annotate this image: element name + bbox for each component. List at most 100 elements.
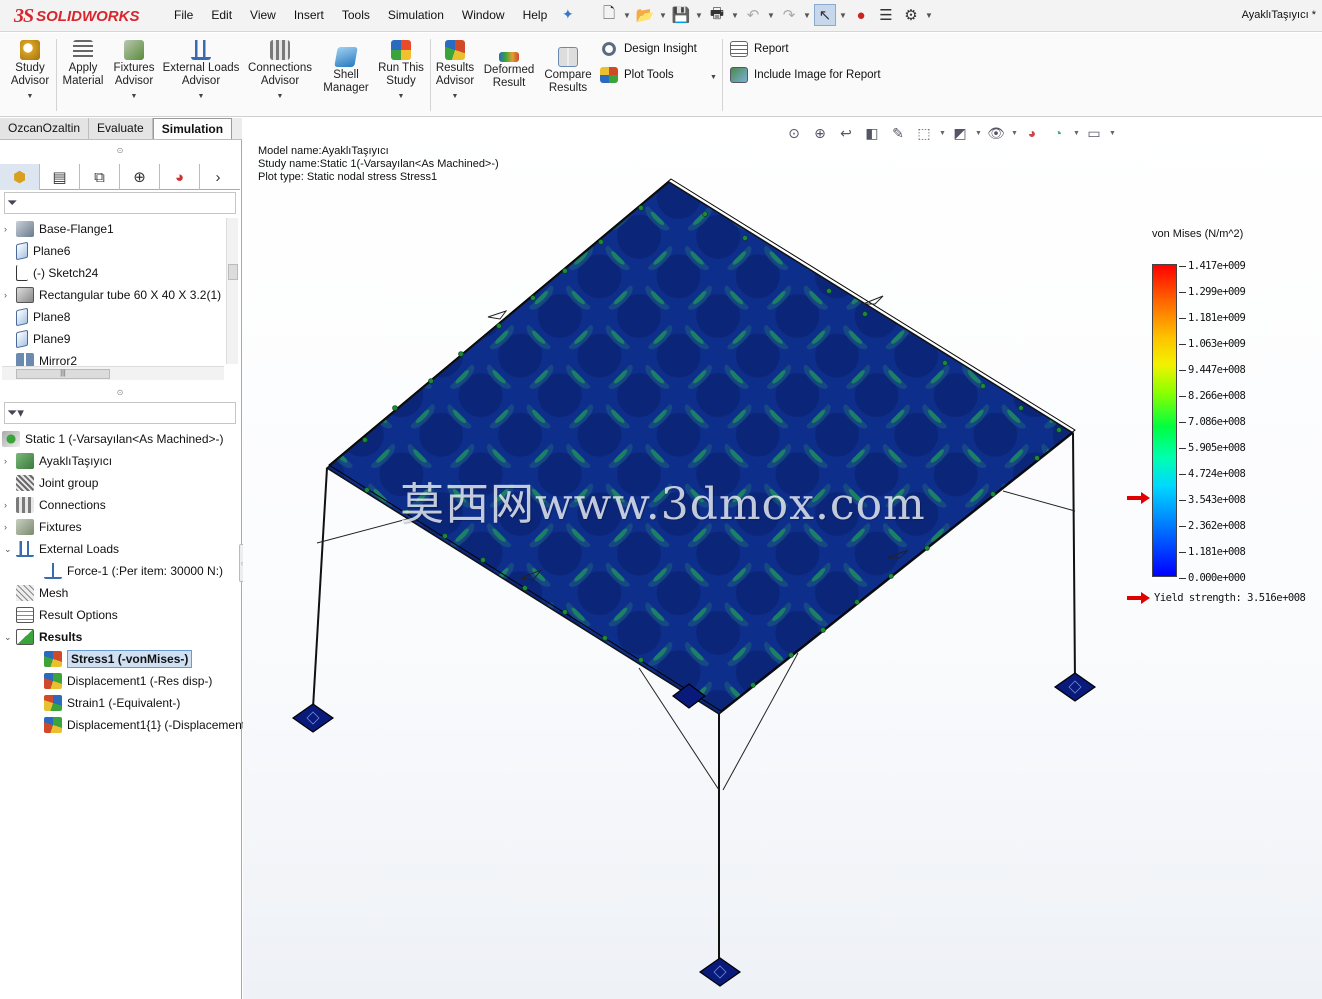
expand-arrow-icon[interactable]: ⌄ — [4, 544, 16, 555]
undo-icon[interactable]: ↶ — [742, 4, 764, 26]
expand-arrow-icon[interactable]: › — [4, 500, 16, 510]
deformed-result-button[interactable]: Deformed Result — [482, 44, 536, 90]
chevron-down-icon[interactable]: ▼ — [376, 90, 426, 103]
study-tree-item[interactable]: Displacement1{1} (-Displacement-) — [26, 714, 253, 736]
new-dropdown-icon[interactable]: ▼ — [623, 11, 631, 20]
fixtures-advisor-button[interactable]: Fixtures Advisor ▼ — [110, 37, 158, 103]
select-dropdown-icon[interactable]: ▼ — [839, 11, 847, 20]
expand-arrow-icon[interactable]: › — [4, 522, 16, 532]
expand-arrow-icon[interactable]: ⌄ — [4, 632, 16, 643]
tab-simulation[interactable]: Simulation — [152, 118, 233, 139]
tab-evaluate[interactable]: Evaluate — [89, 118, 153, 139]
feature-tree-filter[interactable]: ⏷ — [4, 192, 236, 214]
legend-title: von Mises (N/m^2) — [1152, 228, 1244, 240]
study-tree-item[interactable]: › Fixtures — [4, 516, 82, 538]
save-dropdown-icon[interactable]: ▼ — [695, 11, 703, 20]
save-icon[interactable]: 💾 — [670, 4, 692, 26]
solidworks-logo[interactable]: 3S SOLIDWORKS — [14, 3, 139, 29]
stress-plate[interactable] — [325, 181, 1075, 715]
file-properties-icon[interactable]: ☰ — [875, 4, 897, 26]
plot-tools-dropdown[interactable]: ▼ — [710, 69, 717, 84]
menu-simulation[interactable]: Simulation — [388, 8, 444, 22]
pin-menu-icon[interactable]: ✦ — [562, 6, 574, 23]
print-icon[interactable]: 🖶 — [706, 4, 728, 26]
open-dropdown-icon[interactable]: ▼ — [659, 11, 667, 20]
options-icon[interactable]: ⚙ — [900, 4, 922, 26]
study-tree-item[interactable]: ⌄ External Loads — [4, 538, 119, 560]
study-tree-item[interactable]: Displacement1 (-Res disp-) — [26, 670, 212, 692]
expand-arrow-icon[interactable]: › — [4, 456, 16, 466]
study-tree-item[interactable]: ⌄ Results — [4, 626, 82, 648]
undo-dropdown-icon[interactable]: ▼ — [767, 11, 775, 20]
display-manager-tab-icon[interactable]: ◕ — [160, 164, 200, 190]
configuration-manager-tab-icon[interactable]: ⧉ — [80, 164, 120, 190]
study-tree-item[interactable]: Result Options — [4, 604, 118, 626]
expand-arrow-icon[interactable]: › — [4, 290, 16, 300]
tab-ozcanozaltin[interactable]: OzcanOzaltin — [0, 118, 90, 139]
hscrollbar-thumb[interactable]: ||| — [16, 369, 110, 379]
chevron-down-icon[interactable]: ▼ — [110, 90, 158, 103]
chevron-down-icon[interactable]: ▼ — [244, 90, 316, 103]
plot-tools-icon — [600, 67, 618, 83]
menu-help[interactable]: Help — [523, 8, 548, 22]
dimxpert-tab-icon[interactable]: ⊕ — [120, 164, 160, 190]
feature-tree-item[interactable]: Plane8 — [4, 306, 70, 328]
chevron-down-icon[interactable]: ▼ — [8, 90, 52, 103]
compare-results-button[interactable]: Compare Results — [542, 44, 594, 95]
menu-window[interactable]: Window — [462, 8, 505, 22]
report-button[interactable]: Report — [730, 41, 789, 57]
redo-icon[interactable]: ↷ — [778, 4, 800, 26]
plot-tools-button[interactable]: Plot Tools — [600, 67, 674, 83]
fixtures-advisor-icon — [124, 40, 144, 60]
stress-plot-icon — [44, 651, 62, 667]
run-this-study-button[interactable]: Run This Study ▼ — [376, 37, 426, 103]
redo-dropdown-icon[interactable]: ▼ — [803, 11, 811, 20]
connections-advisor-button[interactable]: Connections Advisor ▼ — [244, 37, 316, 103]
feature-manager-tab-icon[interactable]: ⬢ — [0, 164, 40, 190]
panel-splitter-handle[interactable]: ⊙ — [0, 146, 240, 156]
chevron-down-icon[interactable]: ▼ — [432, 90, 478, 103]
select-icon[interactable]: ↖ — [814, 4, 836, 26]
open-icon[interactable]: 📂 — [634, 4, 656, 26]
study-tree-item[interactable]: › Connections — [4, 494, 106, 516]
study-tree-item[interactable]: Strain1 (-Equivalent-) — [26, 692, 180, 714]
chevron-down-icon[interactable]: ▼ — [162, 90, 240, 103]
feature-tree-item[interactable]: Plane9 — [4, 328, 70, 350]
menu-edit[interactable]: Edit — [211, 8, 232, 22]
legend-tick — [1179, 474, 1186, 475]
study-advisor-button[interactable]: Study Advisor ▼ — [8, 37, 52, 103]
menu-file[interactable]: File — [174, 8, 193, 22]
study-tree-item[interactable]: Stress1 (-vonMises-) — [26, 648, 193, 670]
feature-tree-item[interactable]: › Rectangular tube 60 X 40 X 3.2(1) — [4, 284, 221, 306]
results-advisor-button[interactable]: Results Advisor ▼ — [432, 37, 478, 103]
shell-manager-button[interactable]: Shell Manager — [320, 44, 372, 95]
menu-view[interactable]: View — [250, 8, 276, 22]
options-dropdown-icon[interactable]: ▼ — [925, 11, 933, 20]
feature-tree-scrollbar[interactable] — [226, 218, 238, 364]
study-root[interactable]: Static 1 (-Varsayılan<As Machined>-) — [2, 428, 224, 450]
study-tree-item[interactable]: › AyaklıTaşıyıcı — [4, 450, 112, 472]
property-manager-tab-icon[interactable]: ▤ — [40, 164, 80, 190]
print-dropdown-icon[interactable]: ▼ — [731, 11, 739, 20]
scrollbar-thumb[interactable] — [228, 264, 238, 280]
study-tree-filter[interactable]: ⏷▾ — [4, 402, 236, 424]
expand-arrow-icon[interactable]: › — [4, 224, 16, 234]
include-image-button[interactable]: Include Image for Report — [730, 67, 881, 83]
feature-tree-item[interactable]: › Base-Flange1 — [4, 218, 114, 240]
external-loads-advisor-button[interactable]: External Loads Advisor ▼ — [162, 37, 240, 103]
expand-tabs-icon[interactable]: › — [200, 164, 236, 190]
rebuild-icon[interactable]: ● — [850, 4, 872, 26]
design-insight-button[interactable]: Design Insight — [600, 41, 697, 57]
menu-tools[interactable]: Tools — [342, 8, 370, 22]
apply-material-button[interactable]: Apply Material — [60, 37, 106, 88]
graphics-area[interactable]: ⊙ ⊕ ↩ ◧ ✎ ⬚ ▼ ◩ ▼ 👁 ▼ ◕ ◔ ▼ ▭ ▼ Model name:Ay… — [243, 118, 1322, 999]
study-tree-item[interactable]: Joint group — [4, 472, 98, 494]
feature-tree-item[interactable]: (-) Sketch24 — [4, 262, 98, 284]
feature-tree-hscrollbar[interactable]: ||| — [2, 366, 224, 380]
panel-splitter-handle[interactable]: ⊙ — [0, 388, 240, 398]
feature-tree-item[interactable]: Plane6 — [4, 240, 70, 262]
study-tree-item[interactable]: Force-1 (:Per item: 30000 N:) — [26, 560, 223, 582]
study-tree-item[interactable]: Mesh — [4, 582, 68, 604]
new-icon[interactable]: 🗋 — [598, 4, 620, 26]
menu-insert[interactable]: Insert — [294, 8, 324, 22]
